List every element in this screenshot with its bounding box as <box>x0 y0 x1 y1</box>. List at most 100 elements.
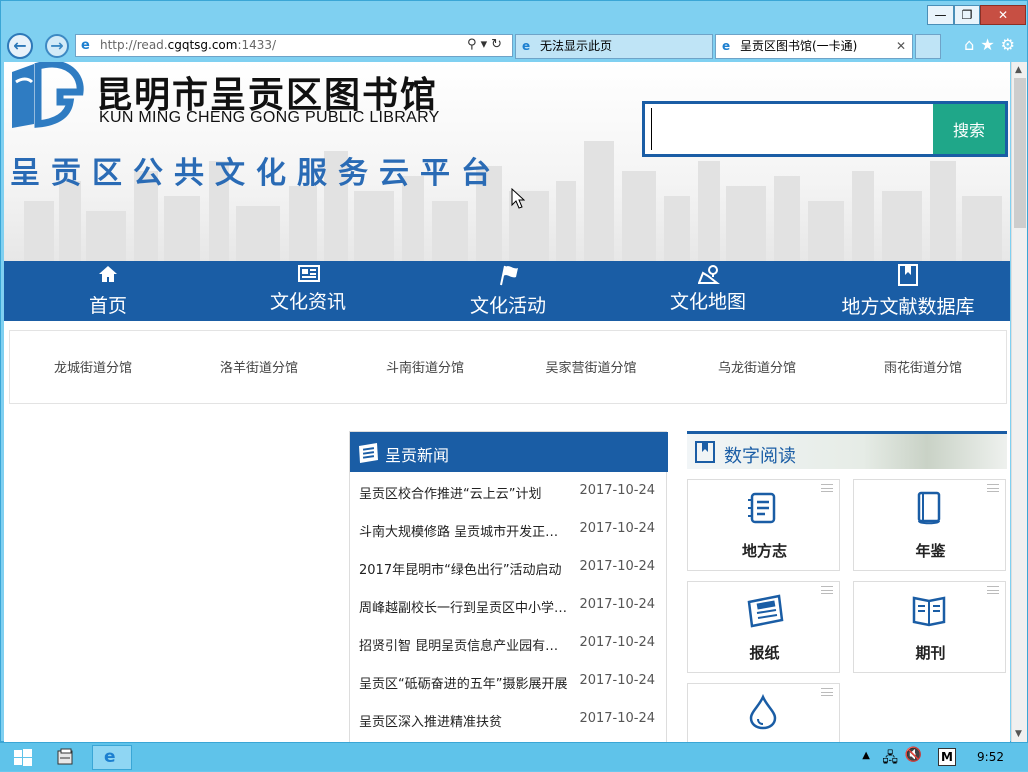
platform-slogan: 呈贡区公共文化服务云平台 <box>10 156 502 191</box>
digital-card-newspaper[interactable]: 报纸 <box>687 581 840 673</box>
nav-item-culture-map[interactable]: 文化地图 <box>608 261 808 321</box>
nav-item-culture-news[interactable]: 文化资讯 <box>208 261 408 321</box>
chenggong-news-panel: 呈贡新闻 呈贡区校合作推进“云上云”计划 2017-10-24 斗南大规模修路 呈… <box>349 431 668 743</box>
gazetteer-icon <box>748 492 776 524</box>
news-row[interactable]: 2017年昆明市“绿色出行”活动启动 2017-10-24 <box>359 548 655 586</box>
news-row[interactable]: 呈贡区校合作推进“云上云”计划 2017-10-24 <box>359 472 655 510</box>
favorites-star-icon[interactable]: ★ <box>980 35 1000 54</box>
nav-label: 地方文献数据库 <box>841 296 975 318</box>
news-title[interactable]: 呈贡区校合作推进“云上云”计划 <box>359 483 571 502</box>
news-date: 2017-10-24 <box>579 597 655 612</box>
settings-gear-icon[interactable]: ⚙ <box>1001 35 1021 54</box>
digital-card-gazetteer[interactable]: 地方志 <box>687 479 840 571</box>
title-bar: — ❐ ✕ <box>1 1 1027 27</box>
journal-icon <box>912 596 946 627</box>
home-icon[interactable]: ⌂ <box>964 35 980 54</box>
news-row[interactable]: 呈贡区深入推进精准扶贫 2017-10-24 <box>359 700 655 738</box>
card-label: 报纸 <box>749 644 780 662</box>
ie-taskbar-icon: e <box>104 747 116 767</box>
news-title[interactable]: 2017年昆明市“绿色出行”活动启动 <box>359 559 571 578</box>
digital-reading-header: 数字阅读 <box>687 431 1007 469</box>
news-date: 2017-10-24 <box>579 635 655 650</box>
branch-link[interactable]: 龙城街道分馆 <box>10 357 176 376</box>
nav-item-home[interactable]: 首页 <box>8 261 208 321</box>
scroll-up-icon[interactable]: ▲ <box>1015 65 1022 75</box>
nav-item-local-literature-db[interactable]: 地方文献数据库 <box>808 261 1008 321</box>
news-title[interactable]: 呈贡区“砥砺奋进的五年”摄影展开展 <box>359 673 571 692</box>
tab-label: 无法显示此页 <box>540 39 613 53</box>
address-controls[interactable]: ⚲▾↻ <box>467 37 506 52</box>
digital-card-more[interactable] <box>687 683 840 743</box>
forward-button[interactable]: → <box>45 34 69 58</box>
restore-button[interactable]: ❐ <box>954 5 980 25</box>
digital-card-journal[interactable]: 期刊 <box>853 581 1006 673</box>
address-field[interactable]: e http://read.cgqtsg.com:1433/ ⚲▾↻ <box>75 34 513 57</box>
news-title[interactable]: 呈贡区深入推进精准扶贫 <box>359 711 571 730</box>
mouse-cursor-icon <box>511 188 525 209</box>
news-row[interactable]: 斗南大规模修路 呈贡城市开发正提速 2017-10-24 <box>359 510 655 548</box>
news-icon <box>298 265 320 282</box>
card-menu-icon[interactable] <box>987 586 999 594</box>
branch-link[interactable]: 乌龙街道分馆 <box>674 357 840 376</box>
site-search: 搜索 <box>642 101 1008 157</box>
tab-label: 呈贡区图书馆(一卡通) <box>740 39 858 53</box>
nav-label: 文化活动 <box>469 295 546 317</box>
newspaper-icon <box>747 594 784 628</box>
scrollbar-thumb[interactable] <box>1014 78 1026 228</box>
minimize-button[interactable]: — <box>927 5 954 25</box>
dropdown-icon[interactable]: ▾ <box>481 37 492 52</box>
clock[interactable]: 9:52 <box>977 750 1004 764</box>
new-tab-button[interactable] <box>915 34 941 59</box>
news-title[interactable]: 斗南大规模修路 呈贡城市开发正提速 <box>359 521 571 540</box>
news-title[interactable]: 周峰越副校长一行到呈贡区中小学调研 <box>359 597 571 616</box>
nav-label: 文化地图 <box>669 291 746 313</box>
card-menu-icon[interactable] <box>987 484 999 492</box>
digital-reading-panel: 数字阅读 地方志 年鉴 报纸 期刊 <box>687 431 1008 743</box>
address-bar-row: ← → e http://read.cgqtsg.com:1433/ ⚲▾↻ e… <box>1 31 1027 61</box>
taskbar-internet-explorer[interactable]: e <box>92 745 132 770</box>
close-tab-icon[interactable]: ✕ <box>896 35 906 58</box>
branch-library-list: 龙城街道分馆 洛羊街道分馆 斗南街道分馆 吴家营街道分馆 乌龙街道分馆 雨花街道… <box>9 330 1007 404</box>
tray-expand-icon[interactable]: ▲ <box>862 750 870 761</box>
ie-page-icon: e <box>81 38 90 53</box>
branch-link[interactable]: 雨花街道分馆 <box>840 357 1006 376</box>
news-row[interactable]: 招贤引智 昆明呈贡信息产业园有限公司 2017-10-24 <box>359 624 655 662</box>
branch-link[interactable]: 斗南街道分馆 <box>342 357 508 376</box>
windows-taskbar: e ▲ 🖧 🔇 M 9:52 <box>0 742 1028 771</box>
close-button[interactable]: ✕ <box>980 5 1026 25</box>
news-row[interactable]: 呈贡区“砥砺奋进的五年”摄影展开展 2017-10-24 <box>359 662 655 700</box>
card-menu-icon[interactable] <box>821 688 833 696</box>
ime-indicator[interactable]: M <box>938 748 956 766</box>
library-logo <box>12 62 84 128</box>
digital-reading-title: 数字阅读 <box>724 446 796 467</box>
card-menu-icon[interactable] <box>821 586 833 594</box>
site-header: 昆明市呈贡区图书馆 KUN MING CHENG GONG PUBLIC LIB… <box>4 62 1010 261</box>
search-input[interactable] <box>651 108 927 150</box>
tab-library[interactable]: e 呈贡区图书馆(一卡通) ✕ <box>715 34 913 59</box>
nav-item-culture-events[interactable]: 文化活动 <box>408 261 608 321</box>
news-date: 2017-10-24 <box>579 711 655 726</box>
card-menu-icon[interactable] <box>821 484 833 492</box>
back-button[interactable]: ← <box>7 33 33 59</box>
search-button[interactable]: 搜索 <box>933 104 1005 154</box>
news-panel-header: 呈贡新闻 <box>350 432 668 472</box>
tab-error-page[interactable]: e 无法显示此页 <box>515 34 713 59</box>
news-title[interactable]: 招贤引智 昆明呈贡信息产业园有限公司 <box>359 635 571 654</box>
news-row[interactable]: 周峰越副校长一行到呈贡区中小学调研 2017-10-24 <box>359 586 655 624</box>
scroll-down-icon[interactable]: ▼ <box>1015 729 1022 739</box>
start-button[interactable] <box>8 745 38 770</box>
forward-arrow-icon: → <box>50 36 64 55</box>
branch-link[interactable]: 洛羊街道分馆 <box>176 357 342 376</box>
card-label: 地方志 <box>741 542 787 560</box>
network-icon[interactable]: 🖧 <box>882 747 898 771</box>
address-url: http://read.cgqtsg.com:1433/ <box>100 38 277 52</box>
bookmark-icon <box>898 264 918 286</box>
vertical-scrollbar[interactable]: ▲ ▼ <box>1011 62 1027 743</box>
search-icon[interactable]: ⚲ <box>467 37 481 52</box>
refresh-icon[interactable]: ↻ <box>491 37 506 52</box>
taskbar-file-explorer[interactable] <box>48 745 84 770</box>
branch-link[interactable]: 吴家营街道分馆 <box>508 357 674 376</box>
nav-label: 文化资讯 <box>269 291 346 313</box>
speaker-muted-icon[interactable]: 🔇 <box>905 747 922 763</box>
digital-card-yearbook[interactable]: 年鉴 <box>853 479 1006 571</box>
